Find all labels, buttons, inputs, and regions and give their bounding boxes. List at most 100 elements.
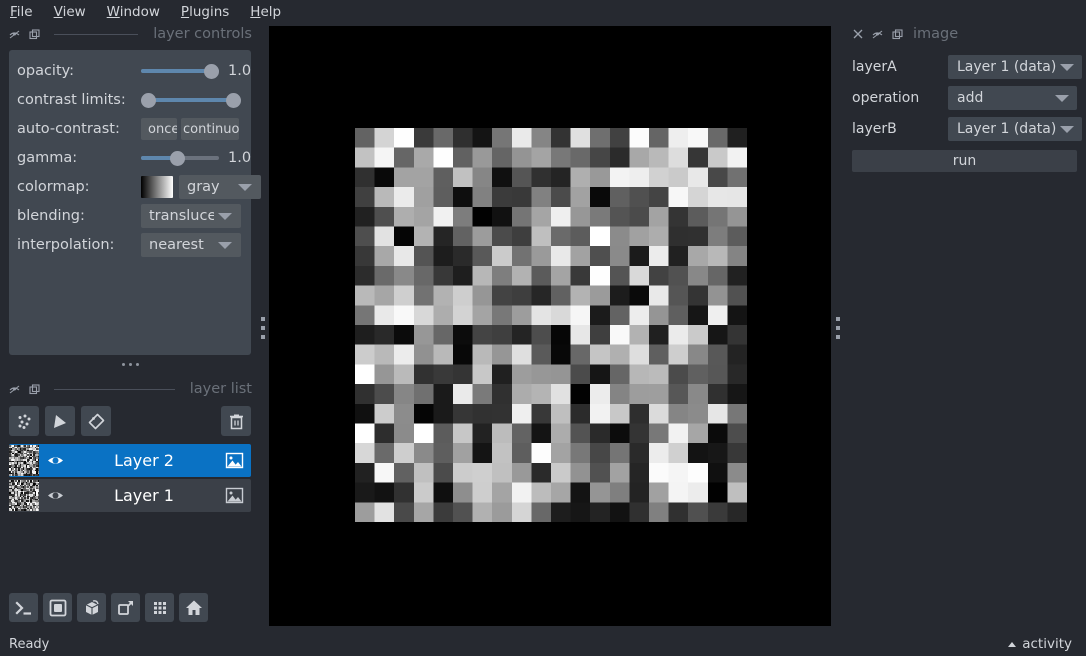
- trash-icon: [229, 414, 243, 429]
- undock-icon[interactable]: [28, 28, 41, 41]
- interpolation-combobox[interactable]: nearest: [141, 233, 241, 257]
- viewer-canvas[interactable]: [269, 26, 831, 626]
- layer-action-buttons: [0, 406, 260, 436]
- layer-thumbnail: [9, 480, 39, 511]
- auto-contrast-once-button[interactable]: once: [141, 118, 177, 140]
- left-panel-splitter[interactable]: [258, 23, 268, 633]
- ndisplay-toggle-button[interactable]: [43, 593, 72, 622]
- eye-icon: [47, 457, 63, 464]
- layerB-row: layerB Layer 1 (data): [852, 117, 1083, 141]
- cube-3d-icon: [85, 599, 99, 615]
- image-layer-icon: [225, 452, 243, 469]
- right-panel-splitter[interactable]: [833, 23, 843, 633]
- menu-bar: File View Window Plugins Help: [0, 0, 1086, 23]
- image-operations-form: layerA Layer 1 (data) operation add laye…: [843, 45, 1086, 172]
- roll-dims-button[interactable]: [77, 593, 106, 622]
- opacity-row: opacity: 1.0: [17, 60, 251, 82]
- grid-view-button[interactable]: [145, 593, 174, 622]
- delete-layer-button[interactable]: [221, 406, 251, 436]
- menu-window[interactable]: Window: [107, 2, 170, 22]
- left-dock-area: layer controls opacity: 1.0 contrast lim…: [0, 23, 261, 633]
- float-dock-icon[interactable]: [871, 28, 884, 41]
- menu-help[interactable]: Help: [250, 2, 291, 22]
- gamma-slider[interactable]: [141, 147, 219, 169]
- layer-thumbnail: [9, 445, 39, 476]
- console-button[interactable]: [9, 593, 38, 622]
- gamma-label: gamma:: [17, 150, 78, 166]
- menu-file[interactable]: File: [10, 2, 43, 22]
- new-shapes-layer-button[interactable]: [45, 406, 75, 436]
- transpose-icon: [117, 600, 133, 615]
- chevron-down-icon: [1060, 63, 1075, 71]
- layerB-label: layerB: [852, 121, 897, 137]
- contrast-limits-row: contrast limits:: [17, 89, 243, 111]
- run-button[interactable]: run: [852, 150, 1077, 172]
- colormap-combobox[interactable]: gray: [179, 175, 261, 199]
- layerA-combobox[interactable]: Layer 1 (data): [948, 55, 1083, 79]
- blending-value: translucent: [149, 208, 214, 224]
- caret-up-icon: [1008, 641, 1017, 647]
- opacity-slider[interactable]: [141, 60, 219, 82]
- gamma-knob[interactable]: [170, 150, 185, 166]
- auto-contrast-continuous-button[interactable]: continuous: [181, 118, 239, 140]
- operation-row: operation add: [852, 86, 1077, 110]
- menu-plugins[interactable]: Plugins: [181, 2, 239, 22]
- contrast-limits-label: contrast limits:: [17, 92, 126, 108]
- home-reset-button[interactable]: [179, 593, 208, 622]
- interpolation-value: nearest: [149, 237, 204, 253]
- chevron-down-icon: [218, 241, 232, 249]
- activity-button[interactable]: activity: [1008, 636, 1072, 652]
- new-labels-layer-button[interactable]: [81, 406, 111, 436]
- opacity-knob[interactable]: [204, 63, 219, 79]
- activity-label: activity: [1022, 636, 1072, 652]
- opacity-value: 1.0: [228, 63, 252, 79]
- contrast-fill: [148, 98, 234, 102]
- blending-combobox[interactable]: translucent: [141, 204, 241, 228]
- layerA-value: Layer 1 (data): [957, 59, 1057, 75]
- layer-list-dock: layer list Layer 2 Layer 1: [0, 378, 260, 514]
- auto-contrast-label: auto-contrast:: [17, 121, 120, 137]
- layer-row[interactable]: Layer 1: [9, 479, 251, 512]
- layer-list-titlebar: layer list: [0, 378, 260, 400]
- gamma-value: 1.0: [228, 150, 252, 166]
- contrast-low-knob[interactable]: [141, 92, 156, 108]
- close-icon[interactable]: [851, 28, 864, 41]
- layer-visibility-toggle[interactable]: [39, 486, 71, 505]
- colormap-value: gray: [187, 179, 220, 195]
- contrast-limits-slider[interactable]: [141, 89, 241, 111]
- chevron-down-icon: [1055, 94, 1069, 102]
- home-icon: [185, 600, 202, 615]
- layerB-value: Layer 1 (data): [957, 121, 1057, 137]
- layer-row[interactable]: Layer 2: [9, 444, 251, 477]
- labels-tag-icon: [88, 413, 104, 429]
- operation-combobox[interactable]: add: [948, 86, 1077, 110]
- viewer-buttons: [9, 593, 208, 622]
- layer-name-label: Layer 1: [114, 486, 174, 505]
- layer-controls-titlebar: layer controls: [0, 23, 260, 45]
- eye-icon: [47, 492, 63, 499]
- float-dock-icon[interactable]: [8, 383, 21, 396]
- interpolation-row: interpolation: nearest: [17, 233, 243, 257]
- menu-view[interactable]: View: [54, 2, 96, 22]
- operation-value: add: [957, 90, 984, 106]
- layer-type-icon-wrap: [217, 452, 251, 469]
- contrast-high-knob[interactable]: [226, 92, 241, 108]
- new-points-layer-button[interactable]: [9, 406, 39, 436]
- chevron-down-icon: [218, 212, 232, 220]
- layer-visibility-toggle[interactable]: [39, 451, 71, 470]
- status-message: Ready: [9, 636, 50, 652]
- points-icon: [18, 414, 30, 429]
- transpose-dims-button[interactable]: [111, 593, 140, 622]
- dock-splitter-handle[interactable]: [0, 353, 260, 375]
- undock-icon[interactable]: [28, 383, 41, 396]
- colormap-swatch: [141, 176, 173, 198]
- layerB-combobox[interactable]: Layer 1 (data): [948, 117, 1083, 141]
- titlebar-divider: [54, 388, 175, 390]
- layerA-row: layerA Layer 1 (data): [852, 55, 1083, 79]
- float-dock-icon[interactable]: [8, 28, 21, 41]
- layer-controls-title: layer controls: [153, 26, 252, 42]
- undock-icon[interactable]: [891, 28, 904, 41]
- interpolation-label: interpolation:: [17, 237, 115, 253]
- right-dock-area: image layerA Layer 1 (data) operation ad…: [843, 23, 1086, 633]
- layerA-label: layerA: [852, 59, 897, 75]
